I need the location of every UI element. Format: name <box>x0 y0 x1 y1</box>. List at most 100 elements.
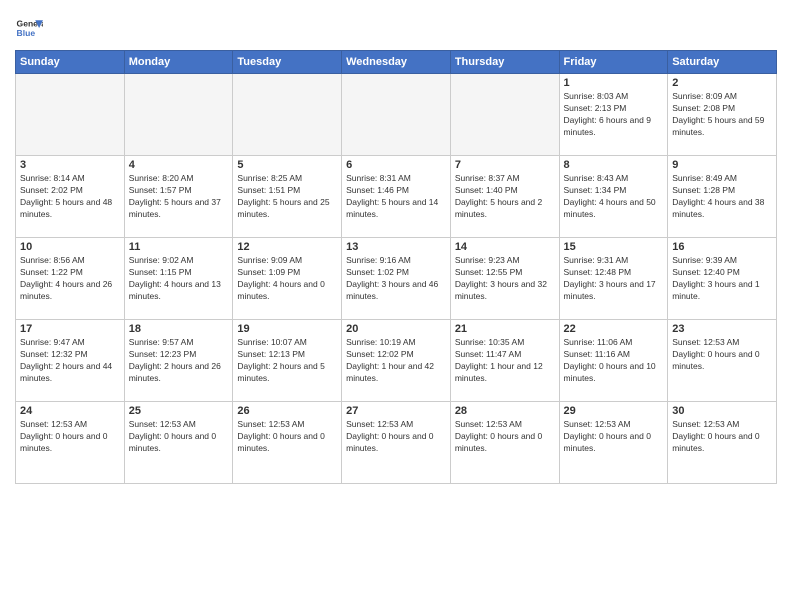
day-info: Sunrise: 8:31 AM Sunset: 1:46 PM Dayligh… <box>346 173 446 221</box>
day-info: Sunrise: 9:31 AM Sunset: 12:48 PM Daylig… <box>564 255 664 303</box>
day-info: Sunrise: 9:39 AM Sunset: 12:40 PM Daylig… <box>672 255 772 303</box>
calendar-cell: 11Sunrise: 9:02 AM Sunset: 1:15 PM Dayli… <box>124 238 233 320</box>
calendar-cell: 20 Sunrise: 10:19 AM Sunset: 12:02 PM Day… <box>342 320 451 402</box>
day-info: Sunset: 12:53 AM Daylight: 0 hours and 0… <box>672 337 772 373</box>
weekday-header: Wednesday <box>342 51 451 74</box>
calendar-week-row: 1 Sunrise: 8:03 AM Sunset: 2:13 PM Daylig… <box>16 74 777 156</box>
calendar-cell: 6 Sunrise: 8:31 AM Sunset: 1:46 PM Daylig… <box>342 156 451 238</box>
day-number: 22 <box>564 323 664 335</box>
day-info: Sunrise: 8:09 AM Sunset: 2:08 PM Dayligh… <box>672 91 772 139</box>
day-number: 30 <box>672 405 772 417</box>
calendar-cell <box>342 74 451 156</box>
calendar-week-row: 3 Sunrise: 8:14 AM Sunset: 2:02 PM Daylig… <box>16 156 777 238</box>
calendar-cell: 23 Sunset: 12:53 AM Daylight: 0 hours and… <box>668 320 777 402</box>
weekday-header: Friday <box>559 51 668 74</box>
day-info: Sunrise: 8:25 AM Sunset: 1:51 PM Dayligh… <box>237 173 337 221</box>
calendar-cell: 28Sunset: 12:53 AM Daylight: 0 hours and… <box>450 402 559 484</box>
day-info: Sunset: 12:53 AM Daylight: 0 hours and 0… <box>564 419 664 455</box>
day-number: 23 <box>672 323 772 335</box>
calendar-cell: 9 Sunrise: 8:49 AM Sunset: 1:28 PM Daylig… <box>668 156 777 238</box>
calendar-cell <box>16 74 125 156</box>
day-info: Sunrise: 10:07 AM Sunset: 12:13 PM Dayli… <box>237 337 337 385</box>
weekday-header: Tuesday <box>233 51 342 74</box>
calendar-cell: 10 Sunrise: 8:56 AM Sunset: 1:22 PM Dayli… <box>16 238 125 320</box>
day-info: Sunrise: 8:03 AM Sunset: 2:13 PM Dayligh… <box>564 91 664 139</box>
calendar-header-row: SundayMondayTuesdayWednesdayThursdayFrid… <box>16 51 777 74</box>
day-info: Sunrise: 8:14 AM Sunset: 2:02 PM Dayligh… <box>20 173 120 221</box>
day-number: 27 <box>346 405 446 417</box>
calendar-cell: 30 Sunset: 12:53 AM Daylight: 0 hours and… <box>668 402 777 484</box>
calendar-cell <box>450 74 559 156</box>
day-info: Sunset: 12:53 AM Daylight: 0 hours and 0… <box>455 419 555 455</box>
day-info: Sunrise: 8:43 AM Sunset: 1:34 PM Dayligh… <box>564 173 664 221</box>
day-number: 20 <box>346 323 446 335</box>
calendar-cell: 7 Sunrise: 8:37 AM Sunset: 1:40 PM Daylig… <box>450 156 559 238</box>
day-info: Sunrise: 9:02 AM Sunset: 1:15 PM Dayligh… <box>129 255 229 303</box>
day-info: Sunset: 12:53 AM Daylight: 0 hours and 0… <box>672 419 772 455</box>
day-info: Sunrise: 9:09 AM Sunset: 1:09 PM Dayligh… <box>237 255 337 303</box>
calendar-cell: 22 Sunrise: 11:06 AM Sunset: 11:16 AM Day… <box>559 320 668 402</box>
calendar-cell: 16 Sunrise: 9:39 AM Sunset: 12:40 PM Dayl… <box>668 238 777 320</box>
day-number: 2 <box>672 77 772 89</box>
day-number: 14 <box>455 241 555 253</box>
day-number: 19 <box>237 323 337 335</box>
calendar-cell: 13 Sunrise: 9:16 AM Sunset: 1:02 PM Dayli… <box>342 238 451 320</box>
logo: General Blue <box>15 14 43 42</box>
calendar-cell <box>233 74 342 156</box>
day-info: Sunset: 12:53 AM Daylight: 0 hours and 0… <box>129 419 229 455</box>
calendar-cell: 27 Sunset: 12:53 AM Daylight: 0 hours and… <box>342 402 451 484</box>
calendar-week-row: 10 Sunrise: 8:56 AM Sunset: 1:22 PM Dayli… <box>16 238 777 320</box>
day-number: 12 <box>237 241 337 253</box>
day-number: 9 <box>672 159 772 171</box>
day-number: 8 <box>564 159 664 171</box>
day-number: 6 <box>346 159 446 171</box>
day-number: 10 <box>20 241 120 253</box>
calendar-cell <box>124 74 233 156</box>
day-info: Sunrise: 8:56 AM Sunset: 1:22 PM Dayligh… <box>20 255 120 303</box>
day-number: 16 <box>672 241 772 253</box>
calendar-cell: 5Sunrise: 8:25 AM Sunset: 1:51 PM Daylig… <box>233 156 342 238</box>
calendar-cell: 3 Sunrise: 8:14 AM Sunset: 2:02 PM Daylig… <box>16 156 125 238</box>
day-info: Sunrise: 8:49 AM Sunset: 1:28 PM Dayligh… <box>672 173 772 221</box>
day-number: 15 <box>564 241 664 253</box>
logo-icon: General Blue <box>15 14 43 42</box>
calendar-cell: 25 Sunset: 12:53 AM Daylight: 0 hours and… <box>124 402 233 484</box>
day-number: 21 <box>455 323 555 335</box>
page-container: General Blue SundayMondayTuesdayWednesda… <box>0 0 792 494</box>
calendar-week-row: 17 Sunrise: 9:47 AM Sunset: 12:32 PM Dayl… <box>16 320 777 402</box>
calendar-cell: 21Sunrise: 10:35 AM Sunset: 11:47 AM Day… <box>450 320 559 402</box>
weekday-header: Sunday <box>16 51 125 74</box>
day-info: Sunrise: 9:57 AM Sunset: 12:23 PM Daylig… <box>129 337 229 385</box>
calendar-cell: 15 Sunrise: 9:31 AM Sunset: 12:48 PM Dayl… <box>559 238 668 320</box>
day-info: Sunrise: 9:47 AM Sunset: 12:32 PM Daylig… <box>20 337 120 385</box>
svg-text:Blue: Blue <box>17 28 36 38</box>
day-number: 25 <box>129 405 229 417</box>
calendar-cell: 12 Sunrise: 9:09 AM Sunset: 1:09 PM Dayli… <box>233 238 342 320</box>
day-info: Sunrise: 11:06 AM Sunset: 11:16 AM Dayli… <box>564 337 664 385</box>
day-info: Sunset: 12:53 AM Daylight: 0 hours and 0… <box>346 419 446 455</box>
day-number: 1 <box>564 77 664 89</box>
day-number: 7 <box>455 159 555 171</box>
weekday-header: Monday <box>124 51 233 74</box>
day-info: Sunrise: 8:37 AM Sunset: 1:40 PM Dayligh… <box>455 173 555 221</box>
calendar-cell: 24Sunset: 12:53 AM Daylight: 0 hours and… <box>16 402 125 484</box>
calendar-cell: 19 Sunrise: 10:07 AM Sunset: 12:13 PM Day… <box>233 320 342 402</box>
day-number: 13 <box>346 241 446 253</box>
day-number: 18 <box>129 323 229 335</box>
calendar-cell: 18 Sunrise: 9:57 AM Sunset: 12:23 PM Dayl… <box>124 320 233 402</box>
calendar-cell: 17 Sunrise: 9:47 AM Sunset: 12:32 PM Dayl… <box>16 320 125 402</box>
day-info: Sunrise: 9:16 AM Sunset: 1:02 PM Dayligh… <box>346 255 446 303</box>
day-number: 26 <box>237 405 337 417</box>
day-info: Sunset: 12:53 AM Daylight: 0 hours and 0… <box>237 419 337 455</box>
header: General Blue <box>15 10 777 42</box>
calendar-cell: 26 Sunset: 12:53 AM Daylight: 0 hours and… <box>233 402 342 484</box>
day-number: 29 <box>564 405 664 417</box>
day-number: 17 <box>20 323 120 335</box>
day-info: Sunrise: 9:23 AM Sunset: 12:55 PM Daylig… <box>455 255 555 303</box>
calendar-cell: 29 Sunset: 12:53 AM Daylight: 0 hours and… <box>559 402 668 484</box>
calendar-cell: 8 Sunrise: 8:43 AM Sunset: 1:34 PM Daylig… <box>559 156 668 238</box>
day-info: Sunrise: 10:19 AM Sunset: 12:02 PM Dayli… <box>346 337 446 385</box>
day-number: 4 <box>129 159 229 171</box>
weekday-header: Thursday <box>450 51 559 74</box>
day-number: 3 <box>20 159 120 171</box>
